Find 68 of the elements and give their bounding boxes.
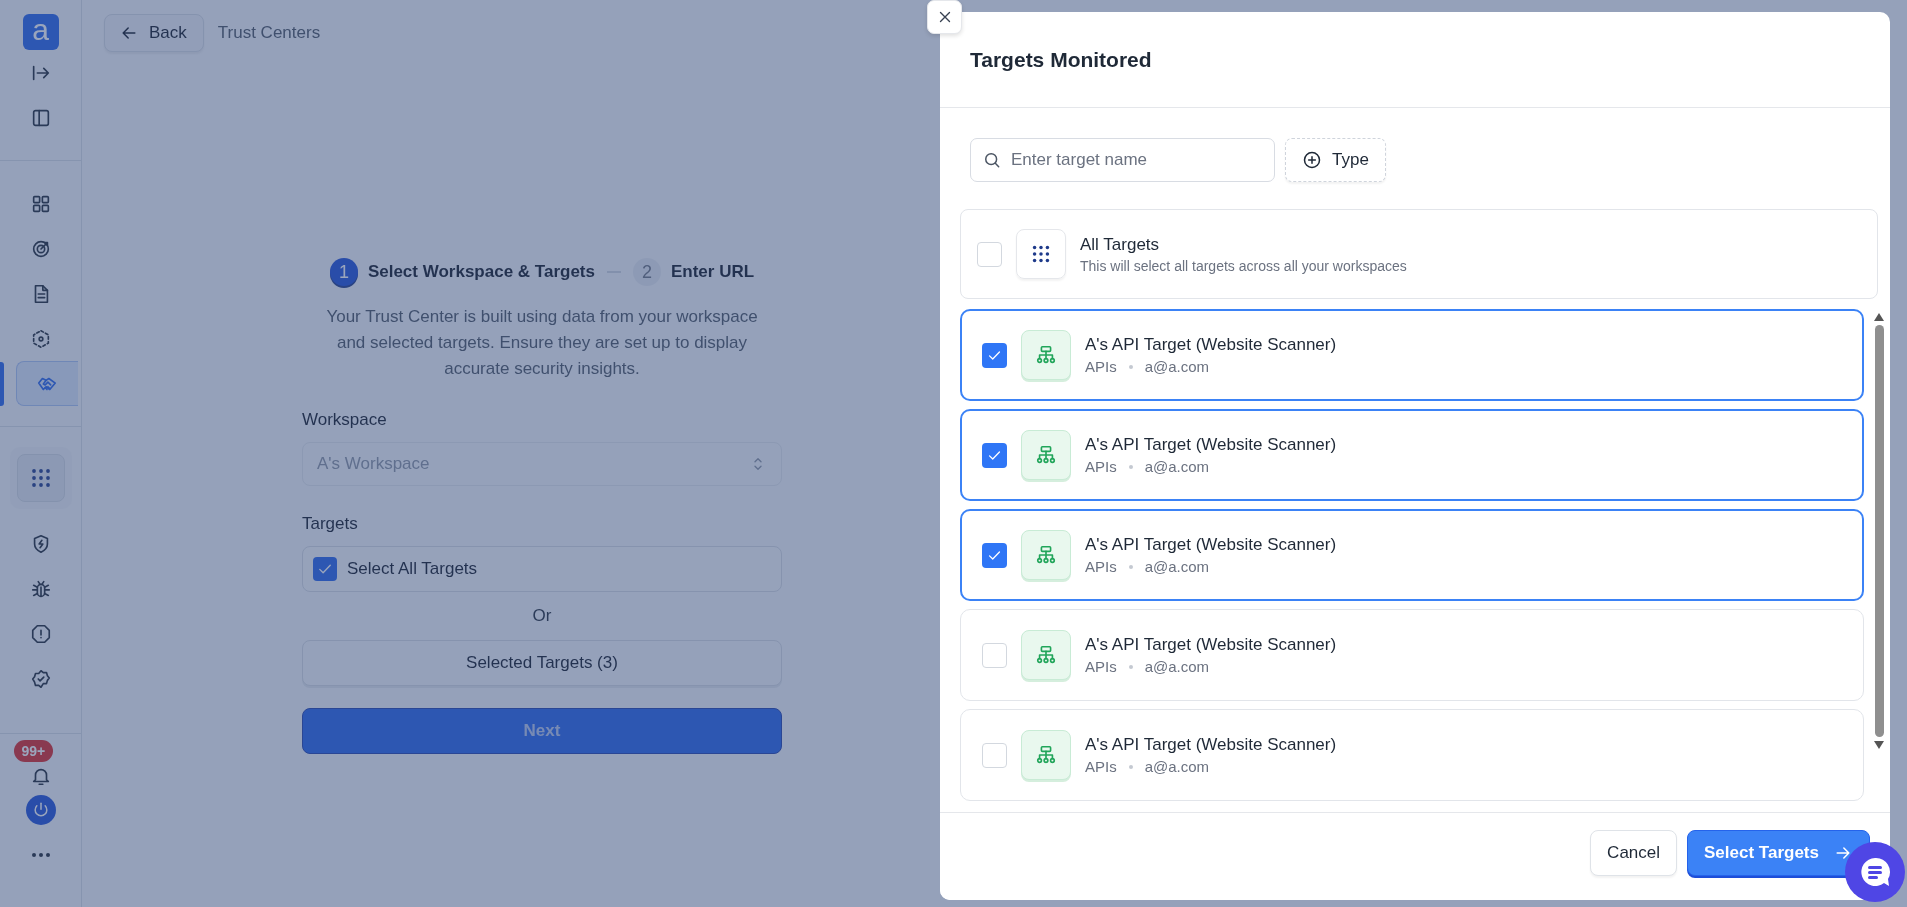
checkbox[interactable] <box>982 542 1007 568</box>
app-logo[interactable]: a <box>22 14 59 50</box>
field-label: Workspace <box>302 410 388 430</box>
search-icon <box>982 150 1002 170</box>
all-targets-row[interactable]: All Targets This will select all targets across all your workspaces <box>960 209 1878 299</box>
select-all-option[interactable]: Select All Targets <box>302 546 782 592</box>
hierarchy-icon <box>1035 444 1057 466</box>
all-targets-title: All Targets <box>1080 234 1161 255</box>
more-icon <box>30 851 51 858</box>
target-name: A's API Target (Website Scanner) <box>1085 535 1337 555</box>
target-row[interactable]: A's API Target (Website Scanner) APIs a@a.com <box>960 509 1864 601</box>
breadcrumb[interactable]: Trust Centers <box>217 23 321 43</box>
checkbox[interactable] <box>977 241 1002 267</box>
target-name: A's API Target (Website Scanner) <box>1085 635 1337 655</box>
selected-targets-button[interactable]: Selected Targets (3) <box>302 640 782 686</box>
target-type: APIs <box>1085 358 1117 375</box>
alert-icon <box>29 622 52 645</box>
chat-button[interactable] <box>1845 842 1905 902</box>
target-owner: a@a.com <box>1144 558 1210 575</box>
search-field[interactable]: Enter target name <box>970 138 1275 182</box>
target-row[interactable]: A's API Target (Website Scanner) APIs a@a.com <box>960 309 1864 401</box>
or-text: Or <box>531 606 553 626</box>
target-owner: a@a.com <box>1144 658 1210 675</box>
plus-circle-icon <box>1302 150 1322 170</box>
close-button[interactable] <box>927 0 962 34</box>
step-number: 2 <box>632 258 661 286</box>
selection-indicator <box>0 361 4 406</box>
grid-dots-icon <box>1030 243 1052 265</box>
apps-button[interactable] <box>16 454 65 502</box>
target-name: A's API Target (Website Scanner) <box>1085 735 1337 755</box>
field-label: Targets <box>302 514 359 534</box>
checkbox[interactable] <box>982 742 1007 768</box>
step-number: 1 <box>329 258 358 286</box>
cancel-button[interactable]: Cancel <box>1590 829 1678 876</box>
hierarchy-icon <box>1035 544 1057 566</box>
chat-icon <box>1858 855 1892 889</box>
target-type: APIs <box>1085 458 1117 475</box>
step-label: Enter URL <box>670 262 755 282</box>
target-type: APIs <box>1085 758 1117 775</box>
target-row[interactable]: A's API Target (Website Scanner) APIs a@a.com <box>960 609 1864 701</box>
description: Your Trust Center is built using data from your workspace and selected targets. Ensure they are set up to display accurate security insights. <box>325 306 759 380</box>
target-owner: a@a.com <box>1144 458 1210 475</box>
all-targets-subtitle: This will select all targets across all your workspaces <box>1080 257 1407 274</box>
target-name: A's API Target (Website Scanner) <box>1085 335 1337 355</box>
type-filter-button[interactable]: Type <box>1285 138 1386 182</box>
target-row[interactable]: A's API Target (Website Scanner) APIs a@a.com <box>960 409 1864 501</box>
notification-badge: 99+ <box>13 740 54 762</box>
nav-item[interactable] <box>15 361 78 406</box>
select-targets-button[interactable]: Select Targets <box>1687 829 1870 876</box>
target-type: APIs <box>1085 558 1117 575</box>
modal-title: Targets Monitored <box>970 47 1152 72</box>
hierarchy-icon <box>1035 344 1057 366</box>
target-owner: a@a.com <box>1144 758 1210 775</box>
target-row[interactable]: A's API Target (Website Scanner) APIs a@a.com <box>960 709 1864 801</box>
checkbox[interactable] <box>313 557 337 581</box>
target-name: A's API Target (Website Scanner) <box>1085 435 1337 455</box>
checkbox[interactable] <box>982 342 1007 368</box>
target-owner: a@a.com <box>1144 358 1210 375</box>
back-button[interactable]: Back <box>104 14 204 52</box>
target-type: APIs <box>1085 658 1117 675</box>
scroll-up-icon[interactable] <box>1874 313 1884 321</box>
scroll-down-icon[interactable] <box>1874 741 1884 749</box>
hierarchy-icon <box>1035 744 1057 766</box>
checkbox[interactable] <box>982 442 1007 468</box>
hierarchy-icon <box>1035 644 1057 666</box>
checkbox[interactable] <box>982 642 1007 668</box>
step-label: Select Workspace & Targets <box>367 262 595 282</box>
verified-icon <box>29 667 52 690</box>
